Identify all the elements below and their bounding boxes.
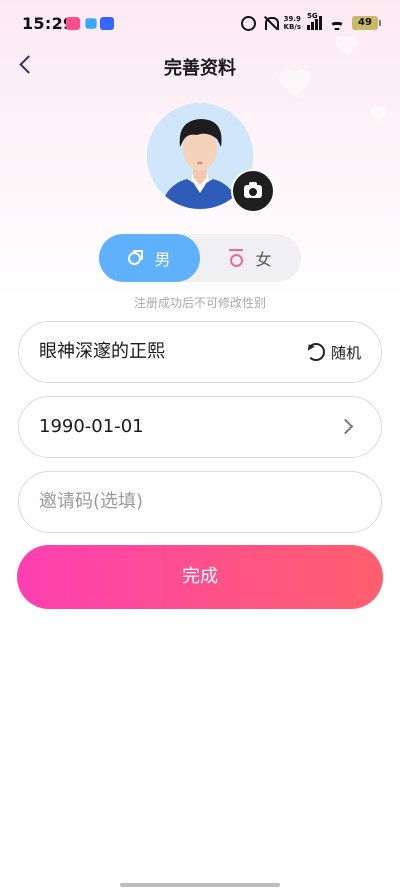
birthday-field[interactable]: 1990-01-01 (18, 396, 382, 458)
page-title: 完善资料 (164, 58, 236, 79)
birthday-value: 1990-01-01 (39, 416, 144, 437)
chevron-right-icon (337, 418, 354, 435)
app-notification-icon (66, 17, 80, 30)
app-notification-icon (100, 17, 114, 30)
gender-male-label: 男 (154, 250, 171, 269)
nickname-value: 眼神深邃的正熙 (39, 341, 165, 362)
complete-button[interactable]: 完成 (17, 545, 383, 609)
invite-code-input[interactable] (39, 472, 359, 531)
mute-icon (262, 15, 279, 31)
camera-icon[interactable] (231, 169, 275, 213)
app-notification-icon (85, 18, 97, 29)
network-type-label: 5G (307, 12, 318, 20)
refresh-icon (306, 343, 325, 361)
status-icons: 39.9 KB/s 5G 49 (240, 12, 381, 33)
gender-hint: 注册成功后不可修改性别 (133, 296, 266, 310)
invite-code-field[interactable] (18, 471, 382, 533)
alarm-icon (240, 15, 256, 31)
cellular-signal-icon: 5G (307, 12, 322, 30)
network-speed: 39.9 KB/s (283, 15, 301, 31)
random-nickname-button[interactable]: 随机 (306, 340, 361, 364)
wifi-icon (328, 16, 346, 30)
gender-toggle: 男 女 (99, 234, 301, 282)
gender-option-female[interactable]: 女 (200, 234, 301, 282)
female-symbol-icon (229, 249, 244, 267)
gender-female-label: 女 (255, 250, 272, 269)
gender-option-male[interactable]: 男 (99, 234, 200, 282)
home-indicator[interactable] (120, 883, 280, 887)
battery-icon: 49 (352, 16, 381, 30)
random-label: 随机 (330, 343, 361, 362)
male-symbol-icon (128, 250, 144, 265)
nickname-field[interactable]: 眼神深邃的正熙 随机 (18, 321, 382, 383)
status-bar: 15:29 39.9 KB/s 5G 49 (0, 0, 400, 48)
heart-decoration (371, 108, 388, 123)
